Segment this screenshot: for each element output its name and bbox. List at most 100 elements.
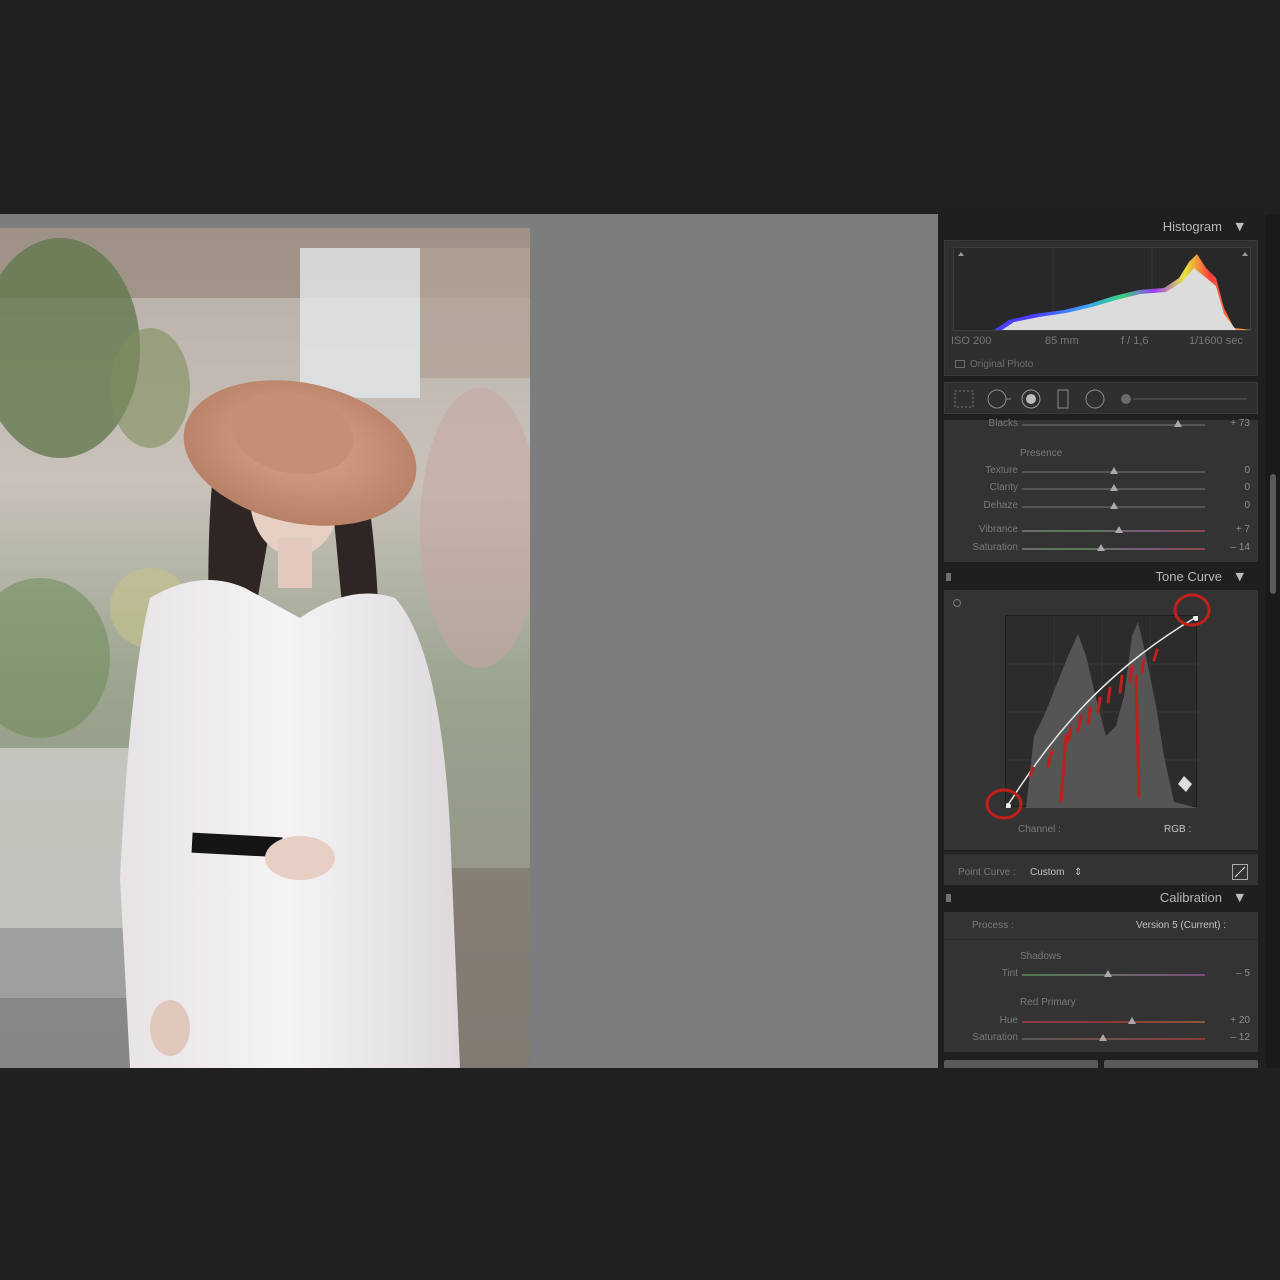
crop-tool-icon[interactable] <box>954 390 974 408</box>
hue-slider-row[interactable]: Hue + 20 <box>944 1015 1258 1029</box>
collapse-triangle-icon[interactable]: ▼ <box>1236 891 1244 904</box>
collapse-triangle-icon[interactable]: ▼ <box>1236 570 1244 583</box>
blacks-value[interactable]: + 73 <box>1230 418 1250 429</box>
bottom-letterbox <box>0 1068 1280 1280</box>
graduated-filter-icon[interactable] <box>1057 389 1069 409</box>
histogram-header[interactable]: Histogram ▼ <box>938 214 1266 240</box>
reset-button[interactable] <box>1104 1060 1258 1068</box>
blacks-label: Blacks <box>988 418 1018 429</box>
basic-panel: Blacks + 73 Presence Texture 0 Clarity 0… <box>944 418 1258 562</box>
clarity-slider-row[interactable]: Clarity 0 <box>944 482 1258 496</box>
channel-select[interactable]: RGB : <box>1164 824 1191 835</box>
hue-knob[interactable] <box>1127 1017 1136 1024</box>
vibrance-track[interactable] <box>1022 526 1205 533</box>
blacks-knob[interactable] <box>1173 420 1182 427</box>
panel-scrollbar[interactable] <box>1266 214 1280 1068</box>
point-curve-select[interactable]: Custom <box>1030 867 1064 878</box>
vibrance-knob[interactable] <box>1114 526 1123 533</box>
tint-track[interactable] <box>1022 970 1205 977</box>
saturation-value[interactable]: – 14 <box>1231 542 1250 553</box>
tint-value[interactable]: – 5 <box>1236 968 1250 979</box>
tool-strip <box>944 382 1258 414</box>
original-photo-label: Original Photo <box>970 359 1034 370</box>
portrait-photo <box>0 228 530 1068</box>
tint-knob[interactable] <box>1104 970 1112 977</box>
hue-track[interactable] <box>1022 1017 1205 1024</box>
calibration-title: Calibration <box>1159 890 1222 905</box>
shadows-label: Shadows <box>1020 951 1062 962</box>
dehaze-track[interactable] <box>1022 502 1205 509</box>
adjustment-brush-icon[interactable] <box>1121 394 1131 404</box>
tool-icons <box>954 389 1247 409</box>
process-row: Process : Version 5 (Current) : <box>944 912 1258 940</box>
calibration-panel: Process : Version 5 (Current) : Shadows … <box>944 912 1258 1052</box>
panel-switch-icon[interactable] <box>946 573 951 581</box>
vibrance-label: Vibrance <box>978 524 1018 535</box>
spot-removal-tool-icon[interactable] <box>987 389 1011 409</box>
red-saturation-track[interactable] <box>1022 1034 1205 1041</box>
tone-curve-svg <box>1005 615 1199 809</box>
histogram-box: ISO 200 85 mm f / 1,6 1/1600 sec Origina… <box>944 240 1258 376</box>
tint-label: Tint <box>1001 968 1018 979</box>
saturation-track[interactable] <box>1022 544 1205 551</box>
red-saturation-knob[interactable] <box>1098 1034 1107 1041</box>
tone-curve-header[interactable]: Tone Curve ▼ <box>938 564 1266 590</box>
annotation-circle-top <box>1173 593 1211 627</box>
point-curve-edit-icon[interactable] <box>1232 864 1248 880</box>
texture-knob[interactable] <box>1109 467 1118 474</box>
panel-switch-icon[interactable] <box>946 894 951 902</box>
target-adjust-icon[interactable] <box>950 596 964 610</box>
red-eye-tool-icon[interactable] <box>1021 389 1041 409</box>
tone-curve-graph[interactable] <box>1005 615 1199 809</box>
scroll-thumb[interactable] <box>1270 474 1276 594</box>
focal-length-readout: 85 mm <box>1045 335 1079 347</box>
previous-button[interactable] <box>944 1060 1098 1068</box>
red-saturation-slider-row[interactable]: Saturation – 12 <box>944 1032 1258 1046</box>
clarity-knob[interactable] <box>1109 484 1118 491</box>
top-letterbox <box>0 0 1280 214</box>
histogram-graph[interactable] <box>953 247 1252 332</box>
vibrance-value[interactable]: + 7 <box>1236 524 1250 535</box>
process-label: Process : <box>972 920 1014 931</box>
radial-filter-icon[interactable] <box>1085 389 1105 409</box>
dehaze-label: Dehaze <box>983 500 1018 511</box>
image-canvas[interactable] <box>0 214 938 1068</box>
vibrance-slider-row[interactable]: Vibrance + 7 <box>944 524 1258 538</box>
texture-slider-row[interactable]: Texture 0 <box>944 465 1258 479</box>
texture-value[interactable]: 0 <box>1244 465 1250 476</box>
original-photo-toggle[interactable]: Original Photo <box>955 359 1033 370</box>
lightroom-workspace: Histogram ▼ ISO 200 85 mm f / 1,6 1/1600… <box>0 214 1280 1068</box>
blacks-slider-row[interactable]: Blacks + 73 <box>944 418 1258 432</box>
saturation-knob[interactable] <box>1096 544 1105 551</box>
saturation-slider-row[interactable]: Saturation – 14 <box>944 542 1258 556</box>
histogram-title: Histogram <box>1162 219 1222 234</box>
clarity-label: Clarity <box>989 482 1018 493</box>
calibration-header[interactable]: Calibration ▼ <box>938 885 1266 911</box>
process-select[interactable]: Version 5 (Current) : <box>1136 920 1226 931</box>
clarity-track[interactable] <box>1022 484 1205 491</box>
bottom-buttons <box>944 1060 1258 1068</box>
collapse-triangle-icon[interactable]: ▼ <box>1236 220 1244 233</box>
blacks-track[interactable] <box>1022 420 1205 427</box>
original-photo-checkbox[interactable] <box>955 360 965 369</box>
hue-value[interactable]: + 20 <box>1230 1015 1250 1026</box>
dehaze-knob[interactable] <box>1109 502 1118 509</box>
tone-curve-panel: Channel : RGB : <box>944 590 1258 853</box>
saturation-label: Saturation <box>972 542 1018 553</box>
point-curve-select-arrow-icon[interactable]: ⇕ <box>1074 867 1082 878</box>
red-saturation-value[interactable]: – 12 <box>1231 1032 1250 1043</box>
dehaze-slider-row[interactable]: Dehaze 0 <box>944 500 1258 514</box>
point-curve-label: Point Curve : <box>958 867 1016 878</box>
tone-curve-title: Tone Curve <box>1155 569 1222 584</box>
red-primary-label: Red Primary <box>1020 997 1076 1008</box>
presence-label: Presence <box>1020 448 1063 459</box>
texture-track[interactable] <box>1022 467 1205 474</box>
photo-preview[interactable] <box>0 228 530 1068</box>
shutter-readout: 1/1600 sec <box>1189 335 1243 347</box>
dehaze-value[interactable]: 0 <box>1244 500 1250 511</box>
tone-curve-divider <box>944 852 1258 853</box>
channel-label: Channel : <box>1018 824 1061 835</box>
hue-label: Hue <box>999 1015 1018 1026</box>
tint-slider-row[interactable]: Tint – 5 <box>944 968 1258 982</box>
clarity-value[interactable]: 0 <box>1244 482 1250 493</box>
